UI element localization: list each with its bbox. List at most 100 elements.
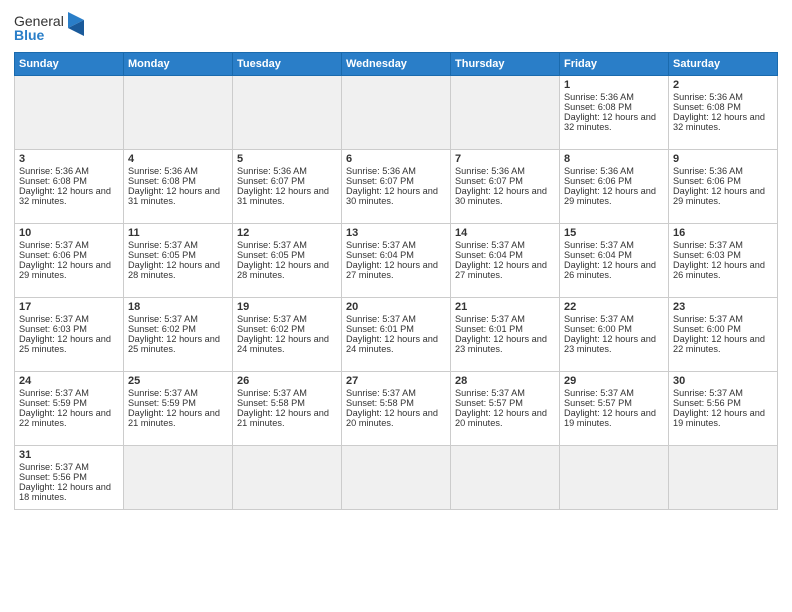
day-info: Sunset: 6:03 PM — [19, 324, 119, 334]
day-info: Daylight: 12 hours and 30 minutes. — [346, 186, 446, 206]
day-info: Sunrise: 5:36 AM — [128, 166, 228, 176]
day-number: 12 — [237, 227, 337, 239]
day-info: Sunrise: 5:37 AM — [237, 314, 337, 324]
day-info: Daylight: 12 hours and 23 minutes. — [455, 334, 555, 354]
day-cell: 2Sunrise: 5:36 AMSunset: 6:08 PMDaylight… — [669, 76, 778, 150]
day-info: Sunrise: 5:37 AM — [455, 314, 555, 324]
day-cell — [15, 76, 124, 150]
logo: GeneralBlue — [14, 10, 84, 46]
day-header-friday: Friday — [560, 53, 669, 76]
week-row-4: 17Sunrise: 5:37 AMSunset: 6:03 PMDayligh… — [15, 298, 778, 372]
day-cell: 7Sunrise: 5:36 AMSunset: 6:07 PMDaylight… — [451, 150, 560, 224]
day-header-monday: Monday — [124, 53, 233, 76]
day-info: Sunset: 5:59 PM — [19, 398, 119, 408]
day-number: 9 — [673, 153, 773, 165]
day-number: 21 — [455, 301, 555, 313]
day-number: 10 — [19, 227, 119, 239]
day-info: Sunset: 6:08 PM — [128, 176, 228, 186]
day-cell: 30Sunrise: 5:37 AMSunset: 5:56 PMDayligh… — [669, 372, 778, 446]
day-cell: 31Sunrise: 5:37 AMSunset: 5:56 PMDayligh… — [15, 446, 124, 510]
day-cell: 27Sunrise: 5:37 AMSunset: 5:58 PMDayligh… — [342, 372, 451, 446]
day-cell — [233, 76, 342, 150]
day-info: Daylight: 12 hours and 21 minutes. — [128, 408, 228, 428]
day-number: 7 — [455, 153, 555, 165]
days-header-row: SundayMondayTuesdayWednesdayThursdayFrid… — [15, 53, 778, 76]
day-info: Sunrise: 5:36 AM — [564, 166, 664, 176]
day-info: Sunset: 6:06 PM — [673, 176, 773, 186]
day-info: Sunrise: 5:37 AM — [19, 462, 119, 472]
day-cell: 24Sunrise: 5:37 AMSunset: 5:59 PMDayligh… — [15, 372, 124, 446]
day-cell: 11Sunrise: 5:37 AMSunset: 6:05 PMDayligh… — [124, 224, 233, 298]
day-number: 23 — [673, 301, 773, 313]
day-info: Sunrise: 5:36 AM — [673, 166, 773, 176]
day-number: 25 — [128, 375, 228, 387]
day-info: Sunset: 5:58 PM — [237, 398, 337, 408]
day-info: Daylight: 12 hours and 24 minutes. — [237, 334, 337, 354]
day-info: Daylight: 12 hours and 30 minutes. — [455, 186, 555, 206]
day-number: 17 — [19, 301, 119, 313]
day-info: Sunrise: 5:37 AM — [673, 314, 773, 324]
day-info: Sunset: 5:58 PM — [346, 398, 446, 408]
day-cell: 1Sunrise: 5:36 AMSunset: 6:08 PMDaylight… — [560, 76, 669, 150]
day-info: Sunset: 6:01 PM — [346, 324, 446, 334]
day-number: 3 — [19, 153, 119, 165]
day-number: 15 — [564, 227, 664, 239]
day-header-tuesday: Tuesday — [233, 53, 342, 76]
day-cell: 19Sunrise: 5:37 AMSunset: 6:02 PMDayligh… — [233, 298, 342, 372]
day-info: Daylight: 12 hours and 25 minutes. — [19, 334, 119, 354]
day-cell: 20Sunrise: 5:37 AMSunset: 6:01 PMDayligh… — [342, 298, 451, 372]
day-cell — [124, 76, 233, 150]
day-info: Daylight: 12 hours and 24 minutes. — [346, 334, 446, 354]
week-row-6: 31Sunrise: 5:37 AMSunset: 5:56 PMDayligh… — [15, 446, 778, 510]
day-cell: 3Sunrise: 5:36 AMSunset: 6:08 PMDaylight… — [15, 150, 124, 224]
calendar-table: SundayMondayTuesdayWednesdayThursdayFrid… — [14, 52, 778, 510]
day-info: Sunrise: 5:37 AM — [346, 388, 446, 398]
day-info: Sunrise: 5:37 AM — [128, 388, 228, 398]
day-cell — [451, 446, 560, 510]
day-cell: 5Sunrise: 5:36 AMSunset: 6:07 PMDaylight… — [233, 150, 342, 224]
day-cell: 4Sunrise: 5:36 AMSunset: 6:08 PMDaylight… — [124, 150, 233, 224]
day-info: Sunrise: 5:37 AM — [455, 388, 555, 398]
day-info: Sunset: 6:05 PM — [237, 250, 337, 260]
day-info: Daylight: 12 hours and 22 minutes. — [19, 408, 119, 428]
day-info: Daylight: 12 hours and 22 minutes. — [673, 334, 773, 354]
day-number: 27 — [346, 375, 446, 387]
day-info: Daylight: 12 hours and 28 minutes. — [237, 260, 337, 280]
day-info: Sunrise: 5:36 AM — [455, 166, 555, 176]
week-row-1: 1Sunrise: 5:36 AMSunset: 6:08 PMDaylight… — [15, 76, 778, 150]
day-cell — [342, 76, 451, 150]
day-number: 4 — [128, 153, 228, 165]
day-info: Sunrise: 5:36 AM — [237, 166, 337, 176]
day-info: Sunrise: 5:37 AM — [564, 240, 664, 250]
day-header-saturday: Saturday — [669, 53, 778, 76]
day-number: 6 — [346, 153, 446, 165]
day-cell: 25Sunrise: 5:37 AMSunset: 5:59 PMDayligh… — [124, 372, 233, 446]
day-info: Sunset: 5:59 PM — [128, 398, 228, 408]
week-row-3: 10Sunrise: 5:37 AMSunset: 6:06 PMDayligh… — [15, 224, 778, 298]
day-info: Sunrise: 5:37 AM — [128, 240, 228, 250]
day-cell: 21Sunrise: 5:37 AMSunset: 6:01 PMDayligh… — [451, 298, 560, 372]
day-info: Sunrise: 5:37 AM — [673, 240, 773, 250]
day-cell: 29Sunrise: 5:37 AMSunset: 5:57 PMDayligh… — [560, 372, 669, 446]
day-info: Sunset: 6:07 PM — [237, 176, 337, 186]
day-info: Sunset: 6:07 PM — [346, 176, 446, 186]
day-number: 20 — [346, 301, 446, 313]
day-info: Sunset: 6:06 PM — [564, 176, 664, 186]
day-info: Sunset: 5:57 PM — [564, 398, 664, 408]
day-info: Daylight: 12 hours and 20 minutes. — [346, 408, 446, 428]
day-cell: 15Sunrise: 5:37 AMSunset: 6:04 PMDayligh… — [560, 224, 669, 298]
day-info: Sunset: 6:08 PM — [19, 176, 119, 186]
day-info: Daylight: 12 hours and 25 minutes. — [128, 334, 228, 354]
day-info: Daylight: 12 hours and 21 minutes. — [237, 408, 337, 428]
day-number: 8 — [564, 153, 664, 165]
day-cell: 10Sunrise: 5:37 AMSunset: 6:06 PMDayligh… — [15, 224, 124, 298]
day-number: 16 — [673, 227, 773, 239]
day-cell: 23Sunrise: 5:37 AMSunset: 6:00 PMDayligh… — [669, 298, 778, 372]
day-info: Sunrise: 5:37 AM — [19, 388, 119, 398]
day-cell: 16Sunrise: 5:37 AMSunset: 6:03 PMDayligh… — [669, 224, 778, 298]
day-info: Daylight: 12 hours and 29 minutes. — [564, 186, 664, 206]
day-info: Daylight: 12 hours and 18 minutes. — [19, 482, 119, 502]
day-cell: 13Sunrise: 5:37 AMSunset: 6:04 PMDayligh… — [342, 224, 451, 298]
day-header-wednesday: Wednesday — [342, 53, 451, 76]
day-cell: 14Sunrise: 5:37 AMSunset: 6:04 PMDayligh… — [451, 224, 560, 298]
